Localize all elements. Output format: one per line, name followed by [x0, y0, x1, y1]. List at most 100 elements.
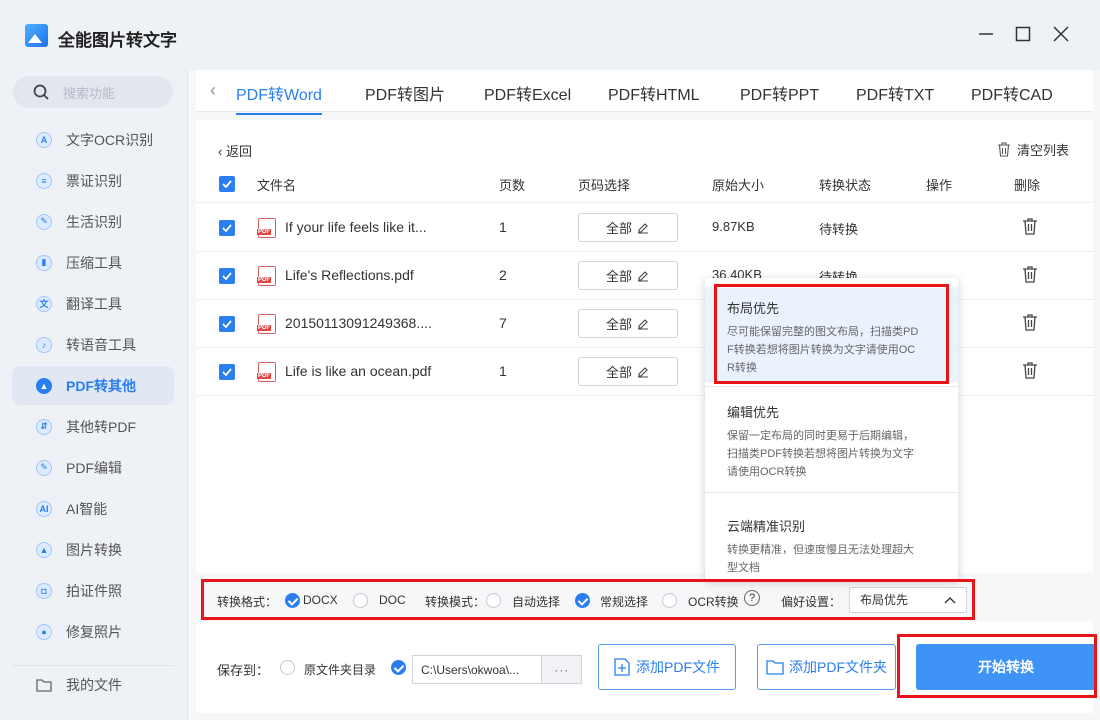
sidebar-item-icon: ◘ [36, 582, 52, 599]
check-icon [222, 320, 232, 328]
sidebar-item-11[interactable]: ◘ 拍证件照 [12, 571, 174, 610]
tab-pdf-word[interactable]: PDF转Word [236, 81, 322, 115]
sidebar-item-12[interactable]: ● 修复照片 [12, 612, 174, 651]
row-checkbox[interactable] [219, 268, 235, 284]
preference-dropdown: 布局优先尽可能保留完整的图文布局，扫描类PD F转换若想将图片转换为文字请使用OC… [705, 278, 958, 580]
sidebar-item-icon: A [36, 131, 52, 148]
sidebar-item-7[interactable]: ⇵ 其他转PDF [12, 407, 174, 446]
delete-row-button[interactable] [1022, 362, 1038, 383]
add-pdf-file-button[interactable]: 添加PDF文件 [598, 644, 736, 690]
edit-icon [638, 366, 648, 378]
orig-dir-radio[interactable] [280, 660, 295, 675]
tab-bar: ‹ PDF转Word PDF转图片 PDF转Excel PDF转HTML PDF… [196, 70, 1093, 115]
table-header: 文件名 页数 页码选择 原始大小 转换状态 操作 删除 [196, 165, 1093, 203]
delete-row-button[interactable] [1022, 218, 1038, 239]
close-icon [1053, 26, 1069, 42]
minimize-icon [979, 33, 993, 35]
sidebar-item-label: 生活识别 [66, 213, 122, 230]
preference-option-0[interactable]: 布局优先尽可能保留完整的图文布局，扫描类PD F转换若想将图片转换为文字请使用OC… [705, 288, 958, 382]
header-range: 页码选择 [578, 178, 631, 193]
tab-scroll-left-icon[interactable]: ‹ [210, 80, 216, 101]
tab-pdf-cad[interactable]: PDF转CAD [971, 81, 1053, 105]
sidebar-item-label: 票证识别 [66, 172, 122, 189]
file-name: If your life feels like it... [285, 219, 427, 235]
sidebar-item-5[interactable]: ♪ 转语音工具 [12, 325, 174, 364]
row-checkbox[interactable] [219, 220, 235, 236]
mode-label: 转换模式： [425, 595, 486, 609]
save-path-field[interactable]: C:\Users\okwoa\... ··· [412, 655, 582, 684]
header-action: 操作 [926, 178, 953, 193]
sidebar-item-icon: ▲ [36, 377, 52, 394]
mode-normal-radio[interactable] [575, 593, 590, 608]
search-input[interactable]: 搜索功能 [13, 76, 173, 108]
option-title: 布局优先 [727, 301, 780, 316]
preference-option-2[interactable]: 云端精准识别 转换更精准，但速度慢且无法处理超大 型文档 [705, 506, 958, 602]
clear-list-label: 清空列表 [1016, 143, 1069, 158]
sidebar-item-2[interactable]: ✎ 生活识别 [12, 202, 174, 241]
custom-dir-radio[interactable] [391, 660, 406, 675]
format-doc-radio[interactable] [353, 593, 368, 608]
sidebar-item-0[interactable]: A 文字OCR识别 [12, 120, 174, 159]
sidebar-item-label: PDF转其他 [66, 377, 136, 394]
sidebar-item-3[interactable]: ▮ 压缩工具 [12, 243, 174, 282]
tab-pdf-excel[interactable]: PDF转Excel [484, 81, 571, 105]
tab-pdf-image[interactable]: PDF转图片 [365, 81, 445, 105]
select-all-checkbox[interactable] [219, 176, 235, 192]
close-button[interactable] [1050, 23, 1072, 45]
sidebar-divider [12, 665, 174, 666]
browse-path-button[interactable]: ··· [541, 656, 581, 683]
header-status: 转换状态 [819, 178, 872, 193]
sidebar-item-1[interactable]: ≡ 票证识别 [12, 161, 174, 200]
back-button[interactable]: ‹ 返回 [218, 141, 252, 160]
minimize-button[interactable] [975, 23, 997, 45]
check-icon [222, 180, 232, 188]
sidebar: 搜索功能 A 文字OCR识别 ≡ 票证识别 ✎ 生活识别 ▮ 压缩工具文翻译工具 ♪ 转语音工具 ▲… [0, 70, 187, 720]
sidebar-item-9[interactable]: AI AI智能 [12, 489, 174, 528]
sidebar-item-icon: ▮ [36, 254, 52, 271]
option-separator [705, 386, 958, 387]
tab-pdf-html[interactable]: PDF转HTML [608, 81, 700, 105]
page-range-button[interactable]: 全部 [578, 213, 678, 242]
mode-ocr-radio[interactable] [662, 593, 677, 608]
sidebar-item-icon: ✎ [36, 459, 52, 476]
pdf-file-icon: PDF [257, 314, 276, 334]
mode-auto-radio[interactable] [486, 593, 501, 608]
sidebar-item-label: AI智能 [66, 500, 108, 517]
page-range-button[interactable]: 全部 [578, 261, 678, 290]
clear-list-button[interactable]: 清空列表 [997, 140, 1069, 159]
delete-row-button[interactable] [1022, 266, 1038, 287]
title-bar: 全能图片转文字 [0, 0, 1100, 70]
maximize-button[interactable] [1012, 23, 1034, 45]
option-title: 云端精准识别 [727, 519, 806, 534]
option-description: 尽可能保留完整的图文布局，扫描类PD F转换若想将图片转换为文字请使用OC R转换 [727, 326, 919, 374]
sidebar-item-10[interactable]: ▲ 图片转换 [12, 530, 174, 569]
sidebar-item-4[interactable]: 文翻译工具 [12, 284, 174, 323]
tab-pdf-ppt[interactable]: PDF转PPT [740, 81, 819, 105]
row-checkbox[interactable] [219, 316, 235, 332]
add-pdf-folder-button[interactable]: 添加PDF文件夹 [757, 644, 896, 690]
format-docx-radio[interactable] [285, 593, 300, 608]
my-files-link[interactable]: 我的文件 [36, 675, 122, 695]
sidebar-item-8[interactable]: ✎ PDF编辑 [12, 448, 174, 487]
page-range-button[interactable]: 全部 [578, 309, 678, 338]
preference-option-1[interactable]: 编辑优先 保留一定布局的同时更易于后期编辑， 扫描类PDF转换若想将图片转换为文字请… [705, 392, 958, 488]
sidebar-item-6[interactable]: ▲ PDF转其他 [12, 366, 174, 405]
format-label: 转换格式： [217, 595, 278, 609]
page-range-button[interactable]: 全部 [578, 357, 678, 386]
bottom-bar: 保存到： 原文件夹目录 C:\Users\okwoa\... ··· 添加PDF… [196, 621, 1096, 713]
file-name: 20150113091249368.... [285, 315, 432, 331]
header-pages: 页数 [499, 178, 526, 193]
sidebar-item-label: 拍证件照 [66, 582, 122, 599]
check-icon [222, 224, 232, 232]
sidebar-item-label: 压缩工具 [66, 254, 122, 271]
start-convert-button[interactable]: 开始转换 [916, 644, 1096, 690]
row-checkbox[interactable] [219, 364, 235, 380]
option-description: 保留一定布局的同时更易于后期编辑， 扫描类PDF转换若想将图片转换为文字 请使用OC… [727, 430, 914, 478]
add-file-icon [614, 658, 630, 676]
tab-pdf-txt[interactable]: PDF转TXT [856, 81, 934, 105]
sidebar-item-icon: ✎ [36, 213, 52, 230]
delete-row-button[interactable] [1022, 314, 1038, 335]
folder-icon [36, 679, 52, 692]
header-delete: 删除 [1014, 178, 1041, 193]
table-row: PDF If your life feels like it... 1 全部 9.87K… [196, 204, 1093, 252]
